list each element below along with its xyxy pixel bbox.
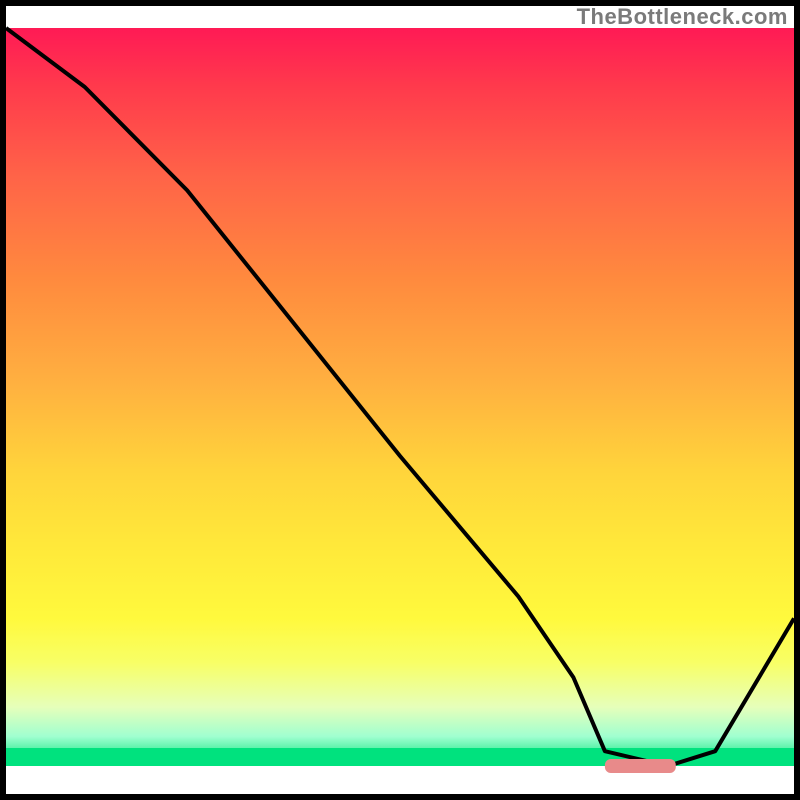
optimal-marker — [605, 759, 676, 773]
bottleneck-plot — [0, 0, 800, 800]
chart-container: TheBottleneck.com — [0, 0, 800, 800]
bottleneck-curve — [6, 28, 794, 766]
watermark-text: TheBottleneck.com — [577, 4, 788, 30]
